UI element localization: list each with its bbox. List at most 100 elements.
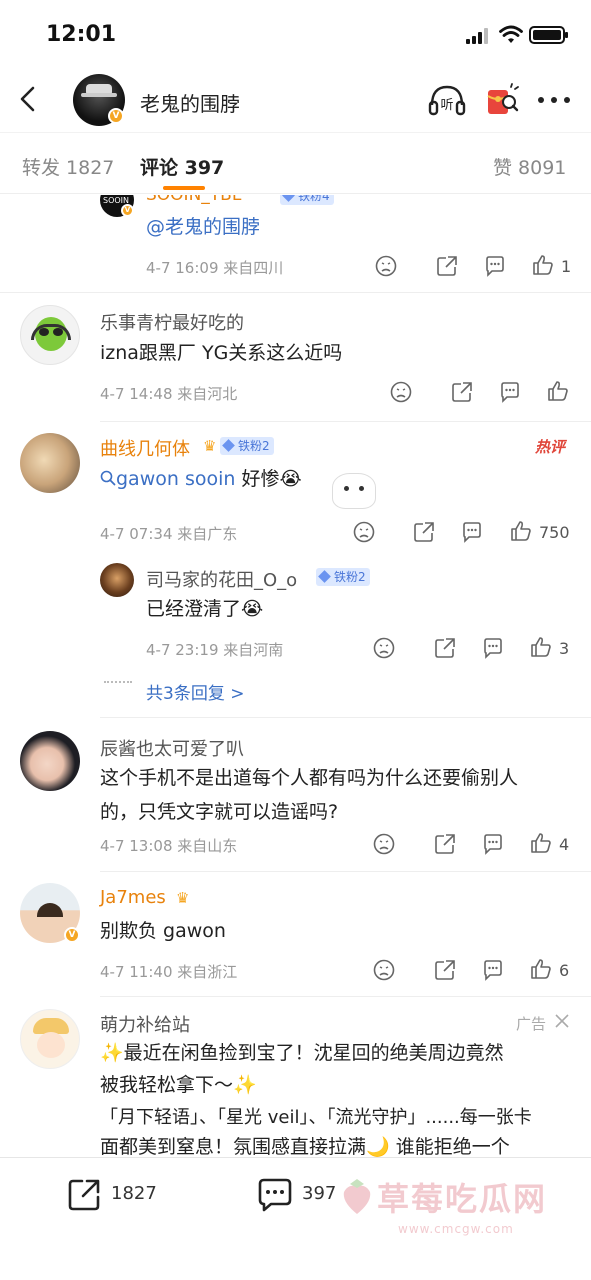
comment-divider <box>100 996 591 997</box>
ad-text-line4[interactable]: 面都美到窒息！氛围感直接拉满🌙 谁能拒绝一个 <box>100 1131 510 1157</box>
tab-comments[interactable]: 评论 397 <box>140 153 224 180</box>
share-icon[interactable] <box>413 521 435 543</box>
ad-text-line2[interactable]: 被我轻松拿下～✨ <box>100 1069 257 1102</box>
commenter-name[interactable]: 曲线几何体 <box>100 435 190 461</box>
watermark-overlay: 草莓吃瓜网 www.cmcgw.com <box>340 1166 580 1276</box>
view-more-replies-link[interactable]: 共3条回复 > <box>146 679 244 704</box>
author-name[interactable]: 老鬼的围脖 <box>140 88 240 117</box>
commenter-name[interactable]: Ja7mes <box>100 887 166 908</box>
post-tabs: 转发 1827 评论 397 赞 8091 <box>0 132 591 194</box>
bottom-action-bar: 1827 397 草莓吃瓜网 www.cmcgw.com <box>0 1157 591 1280</box>
advertiser-avatar[interactable] <box>20 1009 80 1069</box>
commenter-avatar[interactable] <box>20 433 80 493</box>
share-icon[interactable] <box>434 959 456 981</box>
comment-text-line1[interactable]: 这个手机不是出道每个人都有吗为什么还要偷别人 <box>100 762 518 795</box>
replier-name[interactable]: 司马家的花田_O_o <box>146 566 297 592</box>
reply-icon[interactable] <box>482 959 504 981</box>
watermark-text: 草莓吃瓜网 <box>377 1180 548 1218</box>
crying-emoji: 😭 <box>241 598 264 620</box>
reply-icon[interactable] <box>484 255 506 277</box>
comment-count[interactable]: 397 <box>302 1183 336 1204</box>
share-icon[interactable] <box>436 255 458 277</box>
commenter-name[interactable]: SOOIN_YBL <box>146 195 241 205</box>
comment-meta: 4-7 07:34 来自广东 <box>100 525 238 543</box>
commenter-avatar[interactable] <box>20 731 80 791</box>
svg-text:听: 听 <box>440 98 453 113</box>
dislike-icon[interactable] <box>373 959 395 981</box>
active-tab-indicator <box>163 186 205 190</box>
reply-meta: 4-7 23:19 来自河南 <box>146 641 284 659</box>
reply-text[interactable]: 已经澄清了😭 <box>146 593 263 626</box>
search-topic-link[interactable]: gawon sooin <box>116 468 235 490</box>
ad-text-line3[interactable]: 「月下轻语」、「星光 veil」、「流光守护」......每一张卡 <box>100 1101 532 1134</box>
more-replies-dots <box>104 681 132 683</box>
status-time: 12:01 <box>46 22 117 47</box>
close-ad-icon[interactable] <box>555 1014 569 1028</box>
comment-text-line2[interactable]: 的，只凭文字就可以造谣吗? <box>100 796 338 829</box>
comment-icon[interactable] <box>256 1176 294 1214</box>
replier-avatar[interactable] <box>100 563 134 597</box>
comment-divider <box>100 717 591 718</box>
crown-icon: ♛ <box>176 889 190 907</box>
comment-divider <box>0 292 591 293</box>
strawberry-logo-icon <box>343 1179 371 1214</box>
share-icon[interactable] <box>434 833 456 855</box>
comment-divider <box>100 871 591 872</box>
like-thumb-icon[interactable] <box>530 832 552 854</box>
dislike-icon[interactable] <box>390 381 412 403</box>
repost-icon[interactable] <box>66 1177 102 1213</box>
advertiser-name[interactable]: 萌力补给站 <box>100 1011 190 1037</box>
like-thumb-icon[interactable] <box>547 380 569 402</box>
like-thumb-icon[interactable] <box>510 520 532 542</box>
commenter-name[interactable]: 辰酱也太可爱了叭 <box>100 735 244 761</box>
dislike-icon[interactable] <box>353 521 375 543</box>
comment-text-rest: 好惨 <box>235 468 280 490</box>
commenter-name[interactable]: 乐事青柠最好吃的 <box>100 309 244 335</box>
commenter-avatar[interactable] <box>20 305 80 365</box>
comment-meta: 4-7 16:09 来自四川 <box>146 259 284 277</box>
reply-icon[interactable] <box>461 521 483 543</box>
repost-count[interactable]: 1827 <box>111 1183 157 1204</box>
comment-text[interactable]: izna跟黑厂 YG关系这么近吗 <box>100 337 342 370</box>
crown-icon: ♛ <box>203 437 217 455</box>
like-thumb-icon[interactable] <box>532 254 554 276</box>
comment-text[interactable]: @老鬼的围脖 <box>146 211 260 244</box>
reply-text-body: 已经澄清了 <box>146 598 242 620</box>
listen-headphones-icon[interactable]: 听 <box>427 81 467 117</box>
like-count: 750 <box>539 523 570 542</box>
fan-level-badge: 铁粉4 <box>280 195 334 205</box>
wifi-icon <box>499 25 523 43</box>
tab-likes[interactable]: 赞 8091 <box>493 153 566 180</box>
back-arrow-icon[interactable] <box>14 84 44 114</box>
fan-level-badge: 铁粉2 <box>220 437 274 455</box>
ad-text-line1[interactable]: ✨最近在闲鱼捡到宝了！沈星回的绝美周边竟然 <box>100 1037 504 1070</box>
like-count: 4 <box>559 835 570 854</box>
share-icon[interactable] <box>434 637 456 659</box>
red-packet-icon[interactable] <box>484 82 520 118</box>
status-bar: 12:01 <box>0 0 591 66</box>
reply-icon[interactable] <box>482 637 504 659</box>
ad-label: 广告 <box>516 1015 547 1033</box>
reply-icon[interactable] <box>499 381 521 403</box>
cellular-signal-icon <box>466 28 492 44</box>
comment-text[interactable]: gawon sooin 好惨😭 <box>100 463 302 496</box>
watermark-url: www.cmcgw.com <box>398 1222 514 1236</box>
fan-level-badge: 铁粉2 <box>316 568 370 586</box>
comment-list: SOOIN V SOOIN_YBL 铁粉4 @老鬼的围脖 4-7 16:09 来… <box>0 195 591 1157</box>
tab-reposts[interactable]: 转发 1827 <box>22 153 114 180</box>
like-thumb-icon[interactable] <box>530 958 552 980</box>
like-thumb-icon[interactable] <box>530 636 552 658</box>
more-options-icon[interactable] <box>537 96 571 104</box>
sticker-image[interactable] <box>332 473 376 509</box>
share-icon[interactable] <box>451 381 473 403</box>
post-header: V 老鬼的围脖 听 <box>0 66 591 132</box>
verified-badge-icon: V <box>64 927 80 943</box>
reply-icon[interactable] <box>482 833 504 855</box>
hot-comment-tag: 热评 <box>535 438 566 456</box>
comment-divider <box>100 421 591 422</box>
dislike-icon[interactable] <box>373 833 395 855</box>
dislike-icon[interactable] <box>375 255 397 277</box>
dislike-icon[interactable] <box>373 637 395 659</box>
comment-text[interactable]: 别欺负 gawon <box>100 915 226 948</box>
comment-meta: 4-7 14:48 来自河北 <box>100 385 238 403</box>
